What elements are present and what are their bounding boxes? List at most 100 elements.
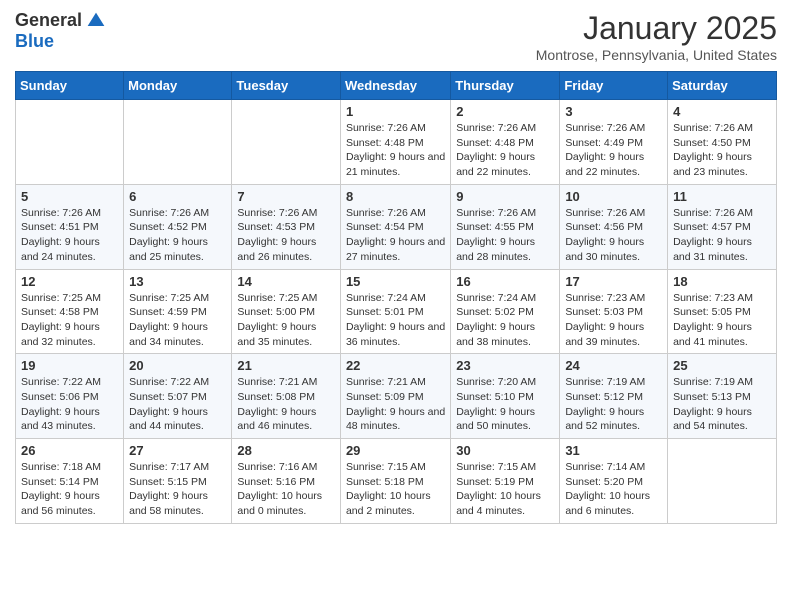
day-number: 5 <box>21 189 118 204</box>
day-number: 3 <box>565 104 662 119</box>
calendar-day-cell: 3 Sunrise: 7:26 AM Sunset: 4:49 PM Daylig… <box>560 100 668 185</box>
day-info: Sunrise: 7:22 AM Sunset: 5:07 PM Dayligh… <box>129 375 226 434</box>
day-number: 15 <box>346 274 445 289</box>
day-number: 20 <box>129 358 226 373</box>
calendar-day-cell: 17 Sunrise: 7:23 AM Sunset: 5:03 PM Dayli… <box>560 269 668 354</box>
day-number: 16 <box>456 274 554 289</box>
calendar-day-cell: 10Sunrise: 7:26 AM Sunset: 4:56 PM Dayli… <box>560 184 668 269</box>
day-info: Sunrise: 7:25 AM Sunset: 4:59 PM Dayligh… <box>129 291 226 350</box>
location: Montrose, Pennsylvania, United States <box>536 47 777 63</box>
month-title: January 2025 <box>536 10 777 47</box>
calendar-day-cell <box>232 100 341 185</box>
calendar-day-cell: 11 Sunrise: 7:26 AM Sunset: 4:57 PM Dayli… <box>668 184 777 269</box>
calendar-day-cell: 27 Sunrise: 7:17 AM Sunset: 5:15 PM Dayli… <box>124 439 232 524</box>
day-info: Sunrise: 7:21 AM Sunset: 5:09 PM Dayligh… <box>346 375 445 434</box>
calendar-day-cell: 4 Sunrise: 7:26 AM Sunset: 4:50 PM Daylig… <box>668 100 777 185</box>
day-number: 13 <box>129 274 226 289</box>
logo: General Blue <box>15 10 106 52</box>
calendar-week-row: 5 Sunrise: 7:26 AM Sunset: 4:51 PM Daylig… <box>16 184 777 269</box>
calendar-day-cell <box>16 100 124 185</box>
day-number: 6 <box>129 189 226 204</box>
day-info: Sunrise: 7:26 AM Sunset: 4:50 PM Dayligh… <box>673 121 771 180</box>
day-info: Sunrise: 7:24 AM Sunset: 5:01 PM Dayligh… <box>346 291 445 350</box>
day-number: 30 <box>456 443 554 458</box>
calendar-day-cell: 28 Sunrise: 7:16 AM Sunset: 5:16 PM Dayli… <box>232 439 341 524</box>
day-info: Sunrise: 7:26 AM Sunset: 4:52 PM Dayligh… <box>129 206 226 265</box>
day-info: Sunrise: 7:20 AM Sunset: 5:10 PM Dayligh… <box>456 375 554 434</box>
calendar-header-row: SundayMondayTuesdayWednesdayThursdayFrid… <box>16 72 777 100</box>
calendar-day-cell: 9 Sunrise: 7:26 AM Sunset: 4:55 PM Daylig… <box>451 184 560 269</box>
calendar-day-cell <box>124 100 232 185</box>
day-info: Sunrise: 7:15 AM Sunset: 5:18 PM Dayligh… <box>346 460 445 519</box>
day-number: 21 <box>237 358 335 373</box>
header: General Blue January 2025 Montrose, Penn… <box>15 10 777 63</box>
day-number: 25 <box>673 358 771 373</box>
day-info: Sunrise: 7:15 AM Sunset: 5:19 PM Dayligh… <box>456 460 554 519</box>
page-container: General Blue January 2025 Montrose, Penn… <box>0 0 792 539</box>
day-of-week-header: Saturday <box>668 72 777 100</box>
day-number: 26 <box>21 443 118 458</box>
day-info: Sunrise: 7:17 AM Sunset: 5:15 PM Dayligh… <box>129 460 226 519</box>
day-number: 2 <box>456 104 554 119</box>
day-number: 1 <box>346 104 445 119</box>
day-info: Sunrise: 7:25 AM Sunset: 5:00 PM Dayligh… <box>237 291 335 350</box>
day-info: Sunrise: 7:26 AM Sunset: 4:53 PM Dayligh… <box>237 206 335 265</box>
day-number: 8 <box>346 189 445 204</box>
day-of-week-header: Wednesday <box>340 72 450 100</box>
day-info: Sunrise: 7:16 AM Sunset: 5:16 PM Dayligh… <box>237 460 335 519</box>
calendar-day-cell: 20 Sunrise: 7:22 AM Sunset: 5:07 PM Dayli… <box>124 354 232 439</box>
day-number: 29 <box>346 443 445 458</box>
calendar-week-row: 19Sunrise: 7:22 AM Sunset: 5:06 PM Dayli… <box>16 354 777 439</box>
day-number: 18 <box>673 274 771 289</box>
title-block: January 2025 Montrose, Pennsylvania, Uni… <box>536 10 777 63</box>
calendar-day-cell: 7 Sunrise: 7:26 AM Sunset: 4:53 PM Daylig… <box>232 184 341 269</box>
day-number: 9 <box>456 189 554 204</box>
day-number: 31 <box>565 443 662 458</box>
day-number: 4 <box>673 104 771 119</box>
day-number: 12 <box>21 274 118 289</box>
calendar-day-cell: 14Sunrise: 7:25 AM Sunset: 5:00 PM Dayli… <box>232 269 341 354</box>
calendar-day-cell: 18Sunrise: 7:23 AM Sunset: 5:05 PM Dayli… <box>668 269 777 354</box>
calendar-day-cell: 15 Sunrise: 7:24 AM Sunset: 5:01 PM Dayli… <box>340 269 450 354</box>
calendar-day-cell: 8 Sunrise: 7:26 AM Sunset: 4:54 PM Daylig… <box>340 184 450 269</box>
calendar-week-row: 1 Sunrise: 7:26 AM Sunset: 4:48 PM Daylig… <box>16 100 777 185</box>
calendar-day-cell: 30 Sunrise: 7:15 AM Sunset: 5:19 PM Dayli… <box>451 439 560 524</box>
day-number: 7 <box>237 189 335 204</box>
calendar-day-cell: 12 Sunrise: 7:25 AM Sunset: 4:58 PM Dayli… <box>16 269 124 354</box>
calendar-day-cell: 6 Sunrise: 7:26 AM Sunset: 4:52 PM Daylig… <box>124 184 232 269</box>
calendar-day-cell: 1 Sunrise: 7:26 AM Sunset: 4:48 PM Daylig… <box>340 100 450 185</box>
day-info: Sunrise: 7:26 AM Sunset: 4:48 PM Dayligh… <box>346 121 445 180</box>
day-number: 10 <box>565 189 662 204</box>
calendar-day-cell: 29 Sunrise: 7:15 AM Sunset: 5:18 PM Dayli… <box>340 439 450 524</box>
calendar-day-cell: 26Sunrise: 7:18 AM Sunset: 5:14 PM Dayli… <box>16 439 124 524</box>
day-info: Sunrise: 7:26 AM Sunset: 4:55 PM Dayligh… <box>456 206 554 265</box>
calendar-day-cell: 16 Sunrise: 7:24 AM Sunset: 5:02 PM Dayli… <box>451 269 560 354</box>
logo-icon <box>86 11 106 31</box>
day-info: Sunrise: 7:26 AM Sunset: 4:51 PM Dayligh… <box>21 206 118 265</box>
day-number: 19 <box>21 358 118 373</box>
day-info: Sunrise: 7:24 AM Sunset: 5:02 PM Dayligh… <box>456 291 554 350</box>
calendar-day-cell: 5 Sunrise: 7:26 AM Sunset: 4:51 PM Daylig… <box>16 184 124 269</box>
calendar-day-cell: 31 Sunrise: 7:14 AM Sunset: 5:20 PM Dayli… <box>560 439 668 524</box>
day-number: 27 <box>129 443 226 458</box>
day-number: 11 <box>673 189 771 204</box>
calendar-day-cell: 24Sunrise: 7:19 AM Sunset: 5:12 PM Dayli… <box>560 354 668 439</box>
day-info: Sunrise: 7:26 AM Sunset: 4:48 PM Dayligh… <box>456 121 554 180</box>
day-number: 28 <box>237 443 335 458</box>
day-number: 17 <box>565 274 662 289</box>
day-info: Sunrise: 7:26 AM Sunset: 4:49 PM Dayligh… <box>565 121 662 180</box>
calendar-table: SundayMondayTuesdayWednesdayThursdayFrid… <box>15 71 777 524</box>
day-of-week-header: Tuesday <box>232 72 341 100</box>
calendar-week-row: 12 Sunrise: 7:25 AM Sunset: 4:58 PM Dayli… <box>16 269 777 354</box>
calendar-day-cell <box>668 439 777 524</box>
day-info: Sunrise: 7:26 AM Sunset: 4:57 PM Dayligh… <box>673 206 771 265</box>
calendar-week-row: 26Sunrise: 7:18 AM Sunset: 5:14 PM Dayli… <box>16 439 777 524</box>
day-info: Sunrise: 7:21 AM Sunset: 5:08 PM Dayligh… <box>237 375 335 434</box>
day-of-week-header: Monday <box>124 72 232 100</box>
day-info: Sunrise: 7:23 AM Sunset: 5:03 PM Dayligh… <box>565 291 662 350</box>
calendar-day-cell: 22Sunrise: 7:21 AM Sunset: 5:09 PM Dayli… <box>340 354 450 439</box>
day-info: Sunrise: 7:26 AM Sunset: 4:54 PM Dayligh… <box>346 206 445 265</box>
day-info: Sunrise: 7:19 AM Sunset: 5:13 PM Dayligh… <box>673 375 771 434</box>
day-info: Sunrise: 7:25 AM Sunset: 4:58 PM Dayligh… <box>21 291 118 350</box>
day-info: Sunrise: 7:14 AM Sunset: 5:20 PM Dayligh… <box>565 460 662 519</box>
